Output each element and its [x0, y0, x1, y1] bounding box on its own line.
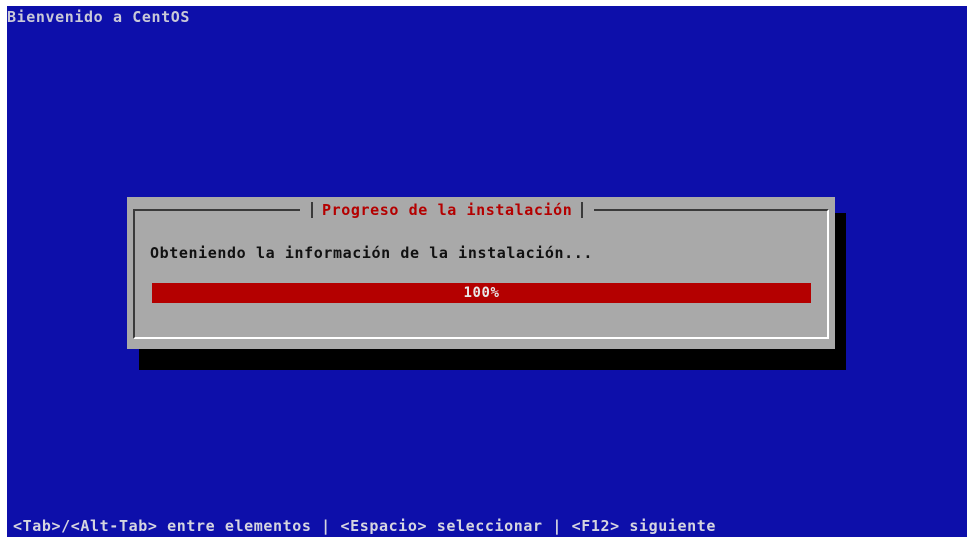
progress-label: 100%: [463, 285, 500, 301]
screen-title: Bienvenido a CentOS: [7, 8, 190, 26]
progress-dialog: Progreso de la instalación Obteniendo la…: [127, 197, 835, 349]
installer-screen: Bienvenido a CentOS Progreso de la insta…: [7, 6, 967, 537]
keyboard-help: <Tab>/<Alt-Tab> entre elementos | <Espac…: [13, 517, 717, 535]
dialog-title: Progreso de la instalación: [322, 201, 573, 219]
title-left-bracket: [311, 202, 313, 218]
title-right-bracket: [581, 202, 584, 218]
progress-bar: 100%: [152, 283, 811, 303]
dialog-title-bar: Progreso de la instalación: [300, 199, 595, 221]
dialog-frame: [133, 209, 829, 339]
status-message: Obteniendo la información de la instalac…: [150, 244, 594, 262]
